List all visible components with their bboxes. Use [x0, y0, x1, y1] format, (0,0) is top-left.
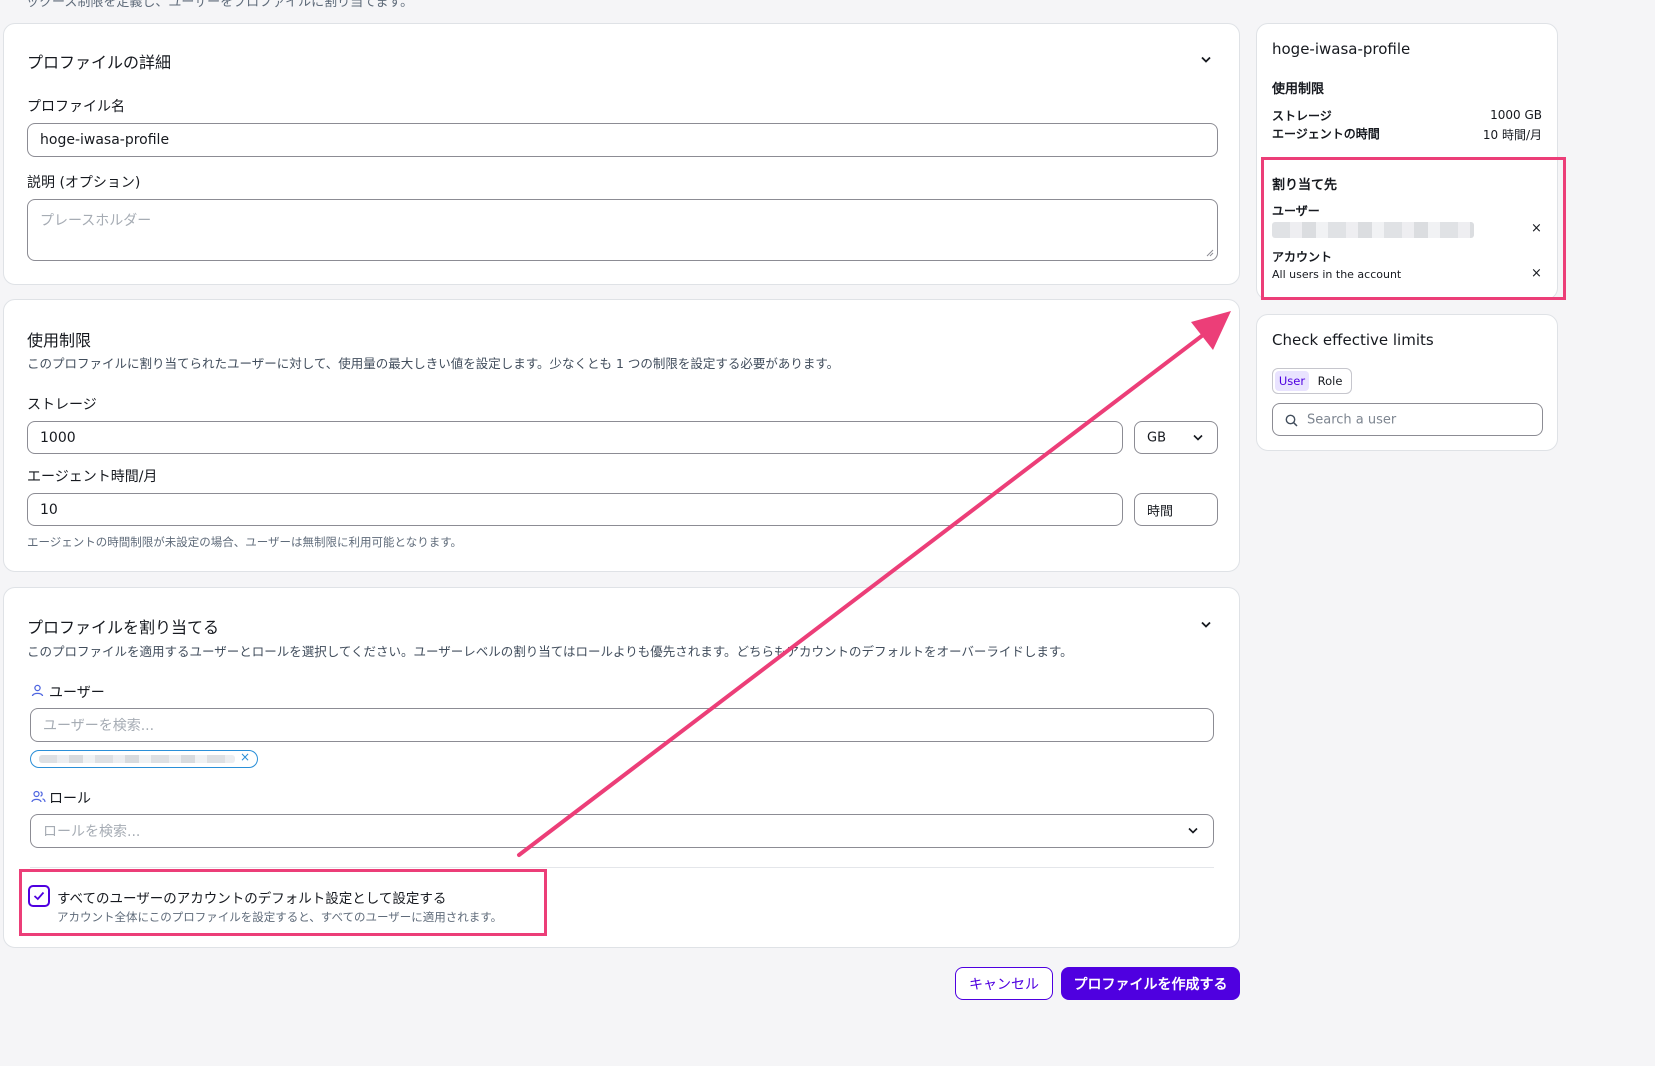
- highlight-box-assignment: [1261, 157, 1566, 300]
- user-label: ユーザー: [49, 685, 105, 701]
- agent-unit-field: 時間: [1134, 493, 1218, 526]
- remove-token-icon[interactable]: ×: [240, 750, 250, 764]
- user-limit-search-input[interactable]: Search a user: [1272, 403, 1543, 436]
- storage-label: ストレージ: [27, 397, 97, 413]
- summary-limits-heading: 使用制限: [1272, 82, 1325, 97]
- agent-time-hint: エージェントの時間制限が未設定の場合、ユーザーは無制限に利用可能となります。: [27, 535, 463, 549]
- agent-unit-value: 時間: [1147, 504, 1174, 519]
- users-group-icon: [31, 790, 46, 803]
- summary-agent-label: エージェントの時間: [1272, 127, 1380, 141]
- section-title: 使用制限: [27, 331, 92, 350]
- effective-title: Check effective limits: [1272, 331, 1434, 349]
- user-icon: [31, 684, 44, 697]
- chevron-down-icon[interactable]: [1201, 333, 1211, 343]
- user-search-placeholder: ユーザーを検索...: [43, 718, 155, 734]
- cancel-button[interactable]: キャンセル: [955, 967, 1053, 1000]
- role-search-select[interactable]: ロールを検索...: [30, 814, 1214, 848]
- agent-time-input[interactable]: 10: [27, 493, 1123, 526]
- tab-role[interactable]: Role: [1311, 371, 1349, 391]
- description-label: 説明 (オプション): [27, 175, 141, 191]
- search-icon: [1285, 414, 1298, 427]
- page-description: ックース制限を定義し、ユーザーをプロファイルに割り当てます。: [26, 0, 414, 10]
- section-title: プロファイルを割り当てる: [27, 618, 220, 637]
- selected-user-token: ×: [30, 750, 258, 768]
- section-description: このプロファイルに割り当てられたユーザーに対して、使用量の最大しきい値を設定しま…: [27, 356, 840, 371]
- tab-user[interactable]: User: [1275, 371, 1309, 391]
- description-placeholder: プレースホルダー: [40, 213, 152, 229]
- summary-agent-value: 10 時間/月: [1482, 128, 1542, 142]
- resize-handle-icon[interactable]: [1206, 249, 1214, 257]
- usage-limits-card: 使用制限 このプロファイルに割り当てられたユーザーに対して、使用量の最大しきい値…: [3, 299, 1240, 572]
- chevron-down-icon: [1193, 434, 1203, 441]
- profile-details-card: プロファイルの詳細 プロファイル名 hoge-iwasa-profile 説明 …: [3, 23, 1240, 285]
- storage-unit-value: GB: [1147, 430, 1166, 445]
- profile-name-input[interactable]: hoge-iwasa-profile: [27, 123, 1218, 157]
- effective-limits-card: Check effective limits User Role Search …: [1256, 314, 1558, 451]
- agent-time-value: 10: [40, 501, 58, 518]
- chevron-down-icon[interactable]: [1201, 621, 1211, 631]
- storage-unit-select[interactable]: GB: [1134, 421, 1218, 454]
- redacted-user-name: [39, 755, 235, 763]
- highlight-box-checkbox: [19, 869, 547, 936]
- profile-name-label: プロファイル名: [27, 99, 125, 115]
- storage-value: 1000: [40, 429, 76, 446]
- profile-name-value: hoge-iwasa-profile: [40, 132, 170, 148]
- chevron-down-icon: [1188, 827, 1198, 834]
- summary-storage-label: ストレージ: [1272, 109, 1332, 123]
- section-title: プロファイルの詳細: [27, 53, 172, 72]
- role-label: ロール: [49, 791, 91, 807]
- description-textarea[interactable]: プレースホルダー: [27, 199, 1218, 261]
- role-search-placeholder: ロールを検索...: [43, 824, 141, 840]
- segmented-control: User Role: [1272, 368, 1352, 394]
- summary-title: hoge-iwasa-profile: [1272, 40, 1411, 58]
- storage-input[interactable]: 1000: [27, 421, 1123, 454]
- section-description: このプロファイルを適用するユーザーとロールを選択してください。ユーザーレベルの割…: [27, 644, 1073, 659]
- agent-time-label: エージェント時間/月: [27, 469, 158, 485]
- divider: [30, 867, 1214, 868]
- user-limit-search-placeholder: Search a user: [1307, 412, 1397, 427]
- chevron-down-icon[interactable]: [1201, 56, 1211, 66]
- create-profile-button[interactable]: プロファイルを作成する: [1061, 967, 1240, 1000]
- summary-storage-value: 1000 GB: [1490, 108, 1542, 122]
- user-search-input[interactable]: ユーザーを検索...: [30, 708, 1214, 742]
